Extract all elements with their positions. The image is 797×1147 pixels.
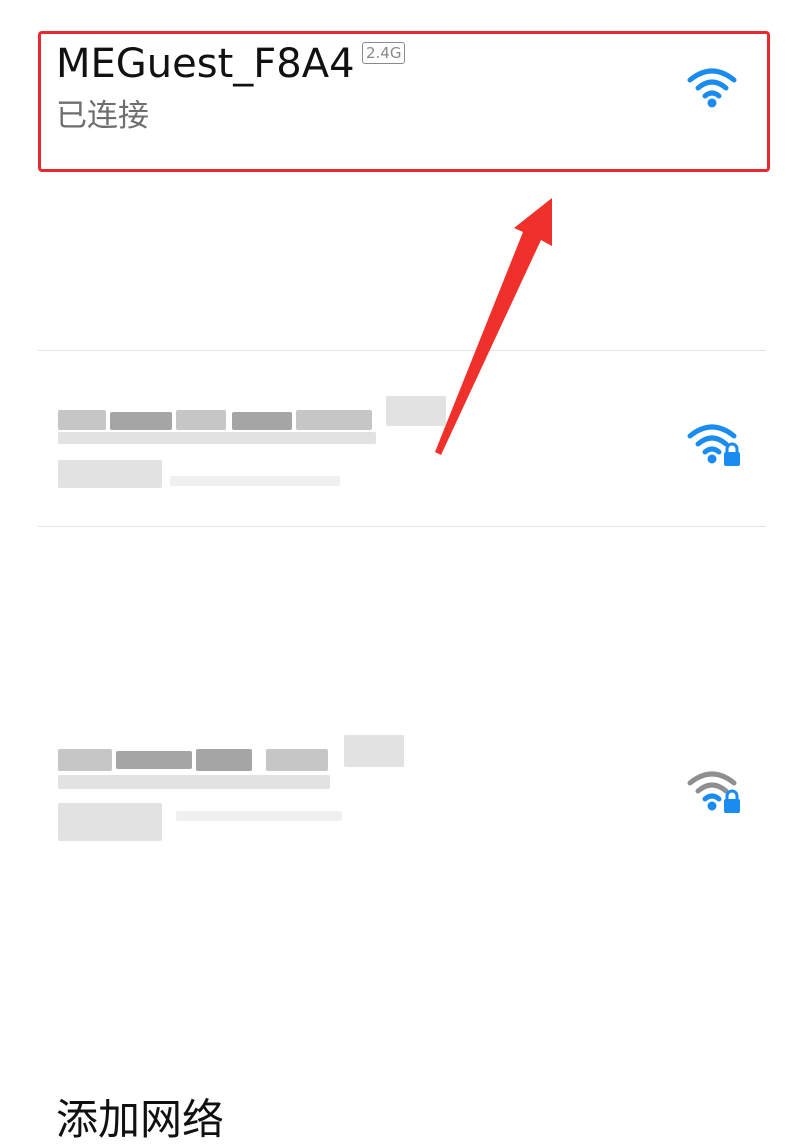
add-network-item[interactable]: 添加网络 [0,527,797,1144]
network-item-connected[interactable]: MEGuest_F8A4 2.4G 已连接 [0,0,797,180]
network-item-3[interactable] [0,351,797,841]
wifi-full-icon [687,68,737,108]
network-ssid: MEGuest_F8A4 [56,41,355,87]
band-badge: 2.4G [362,42,406,64]
connection-status: 已连接 [56,98,149,134]
network-item-2[interactable] [0,180,797,488]
wifi-lock-icon [687,771,740,813]
add-network-label: 添加网络 [56,1095,225,1144]
